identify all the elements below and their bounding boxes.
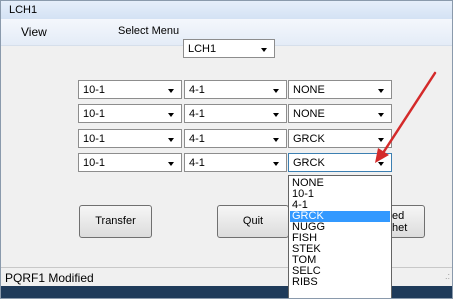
annotation-arrow-icon: [375, 71, 437, 163]
app-window: LCH1 View Select Menu LCH1 10-1 4-1 NONE…: [0, 0, 453, 299]
